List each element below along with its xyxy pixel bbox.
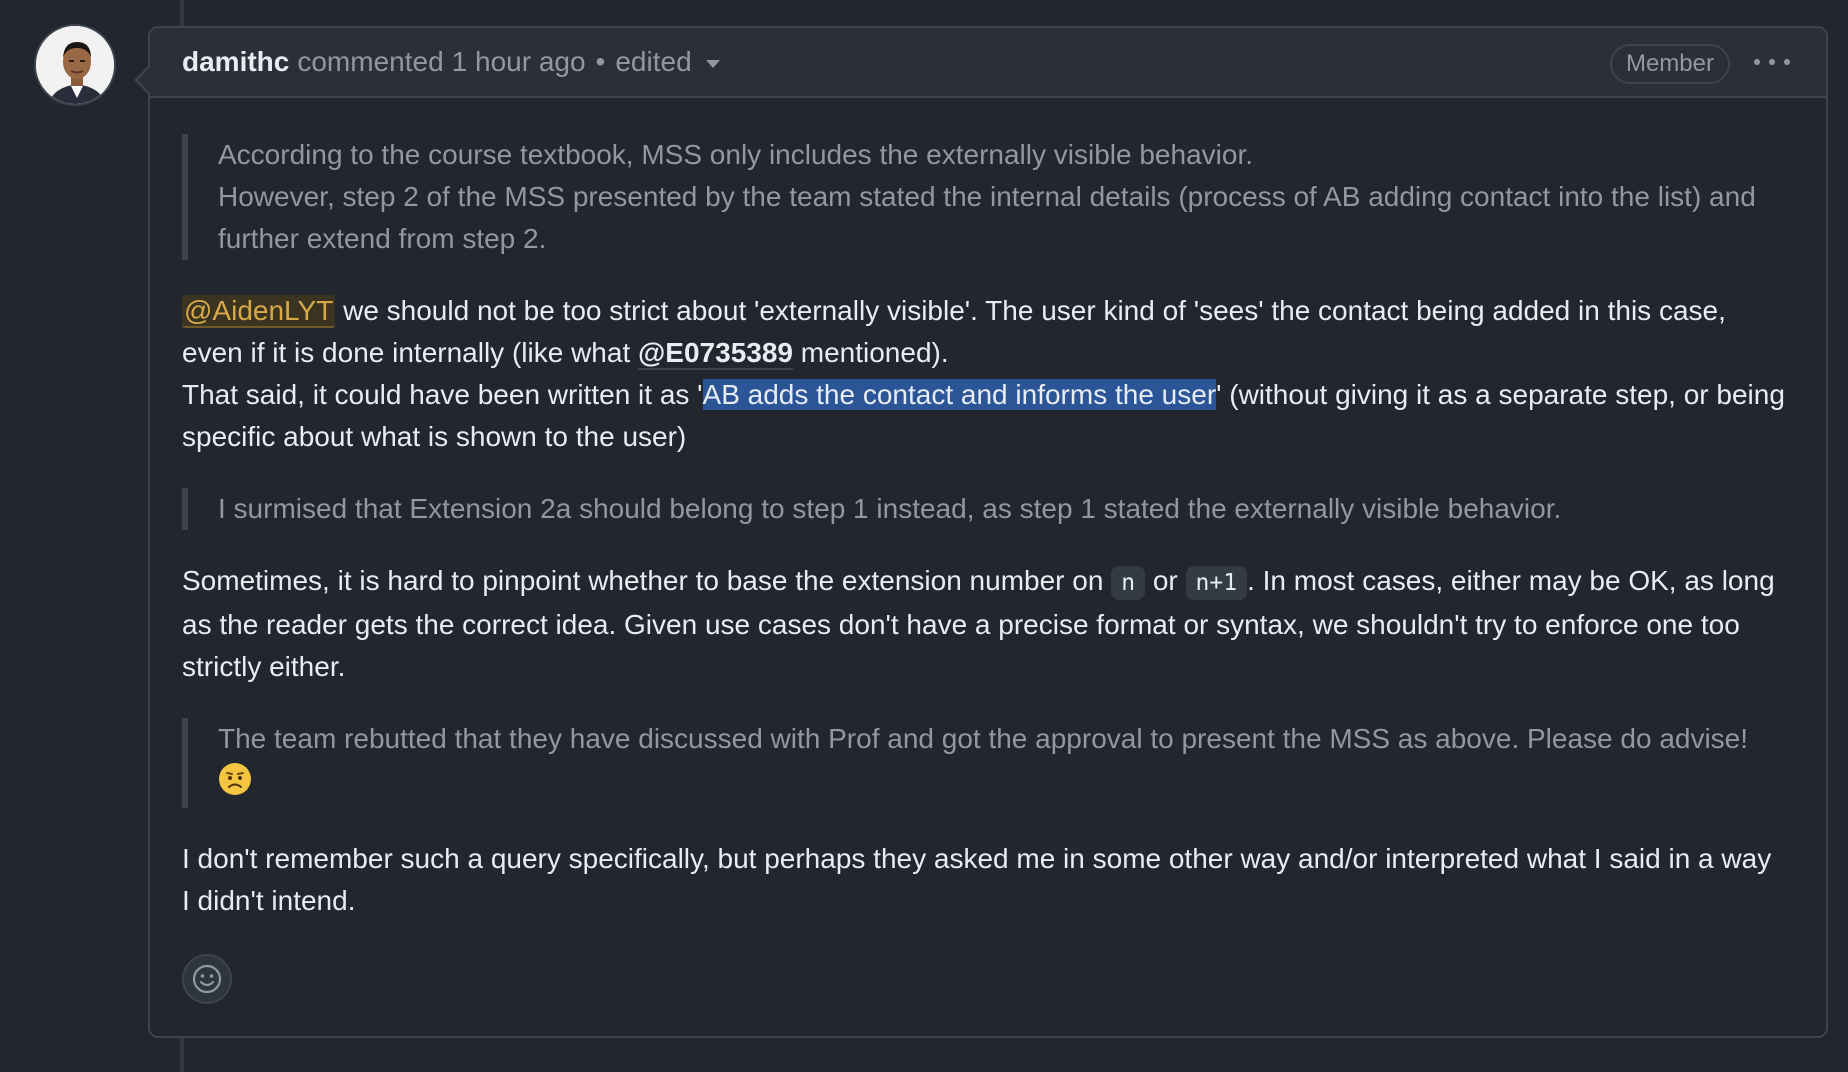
edited-label: edited	[615, 46, 692, 77]
paragraph: @AidenLYT we should not be too strict ab…	[182, 295, 1785, 452]
inline-code: n+1	[1185, 566, 1248, 600]
timestamp-link[interactable]: 1 hour ago	[452, 46, 586, 78]
smiley-icon	[192, 964, 222, 994]
blockquote: The team rebutted that they have discuss…	[182, 718, 1786, 808]
action-text: commented	[297, 46, 444, 77]
chevron-down-icon	[705, 60, 720, 68]
worried-face-emoji	[218, 762, 252, 808]
quote-line: According to the course textbook, MSS on…	[218, 139, 1254, 170]
avatar-image	[36, 26, 114, 104]
author-link[interactable]: damithc	[182, 46, 289, 78]
quote-line: I surmised that Extension 2a should belo…	[218, 493, 1562, 524]
separator: •	[595, 46, 606, 77]
avatar[interactable]	[34, 24, 116, 106]
mention-link[interactable]: @AidenLYT	[182, 295, 336, 328]
blockquote: According to the course textbook, MSS on…	[182, 134, 1786, 260]
paragraph: Sometimes, it is hard to pinpoint whethe…	[182, 565, 1775, 682]
edited-dropdown[interactable]: edited	[615, 46, 720, 78]
selected-text: AB adds the contact and informs the user	[702, 379, 1217, 410]
comment-card: damithc commented 1 hour ago • edited Me…	[134, 26, 1828, 1038]
comment-header: damithc commented 1 hour ago • edited Me…	[150, 28, 1826, 98]
paragraph: I don't remember such a query specifical…	[182, 843, 1772, 916]
blockquote: I surmised that Extension 2a should belo…	[182, 488, 1786, 530]
quote-line: However, step 2 of the MSS presented by …	[218, 181, 1756, 254]
comment-body: According to the course textbook, MSS on…	[150, 98, 1826, 922]
quote-line: The team rebutted that they have discuss…	[218, 723, 1749, 754]
mention-link[interactable]: @E0735389	[638, 337, 793, 370]
kebab-horizontal-icon[interactable]	[1754, 50, 1790, 74]
add-reaction-button[interactable]	[182, 954, 232, 1004]
inline-code: n	[1111, 566, 1146, 600]
role-badge: Member	[1609, 44, 1730, 84]
